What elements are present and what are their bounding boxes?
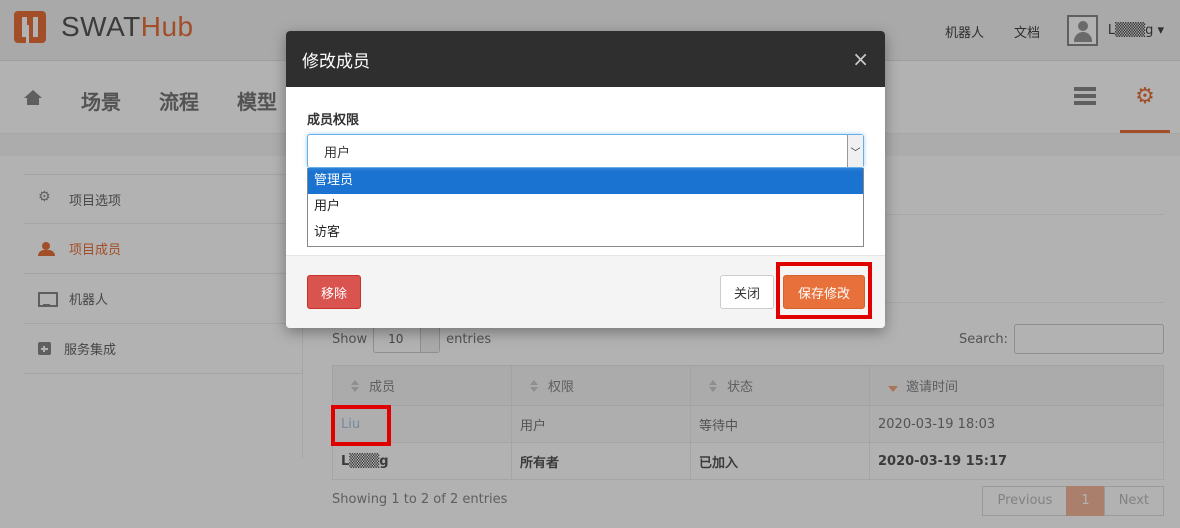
highlight-box-member — [331, 405, 391, 446]
selected-role: 用户 — [324, 145, 351, 161]
role-option-guest[interactable]: 访客 — [308, 220, 863, 246]
chevron-down-icon[interactable]: ﹀ — [847, 135, 863, 167]
remove-member-button[interactable]: 移除 — [307, 275, 361, 309]
role-option-user[interactable]: 用户 — [308, 194, 863, 220]
member-role-label: 成员权限 — [307, 113, 360, 128]
close-button[interactable]: 关闭 — [720, 275, 774, 309]
dialog-body: 成员权限 用户 ﹀ 管理员 用户 访客 — [286, 87, 885, 255]
role-options-list: 管理员 用户 访客 — [307, 168, 864, 247]
role-option-admin[interactable]: 管理员 — [308, 168, 863, 194]
highlight-box-save — [776, 262, 872, 319]
member-role-select[interactable]: 用户 ﹀ — [307, 134, 864, 168]
dialog-header: 修改成员 × — [286, 31, 885, 87]
dialog-title: 修改成员 — [302, 51, 370, 72]
close-icon[interactable]: × — [852, 47, 869, 71]
